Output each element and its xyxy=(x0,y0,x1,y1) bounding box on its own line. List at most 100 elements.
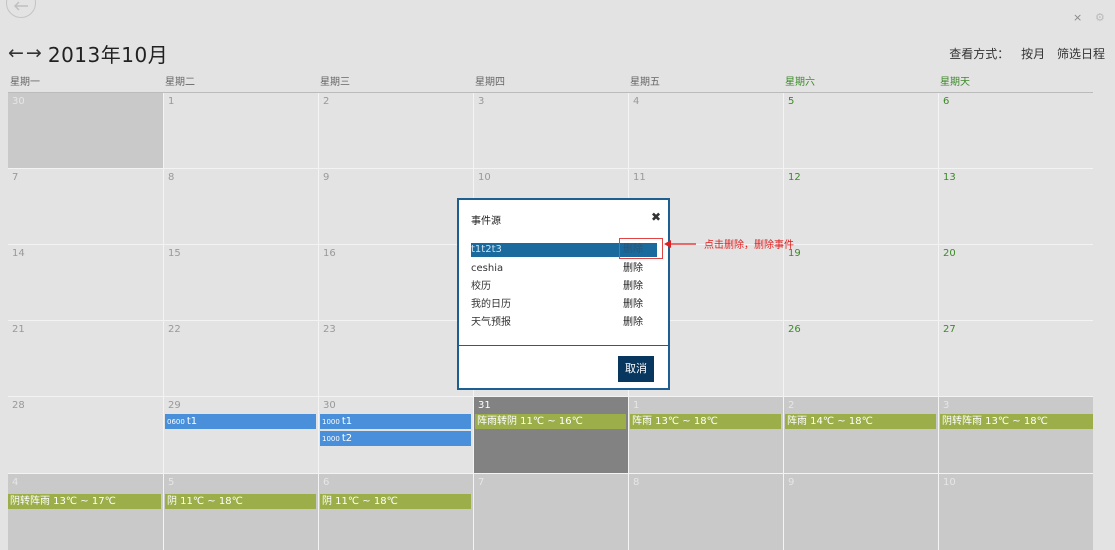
day-number: 7 xyxy=(12,172,19,183)
annotation-arrow-icon xyxy=(664,240,696,248)
day-cell[interactable]: 8 xyxy=(163,169,318,244)
weekday-header: 星期一 星期二 星期三 星期四 星期五 星期六 星期天 xyxy=(8,76,1093,93)
day-cell[interactable]: 3 xyxy=(473,93,628,168)
day-number: 20 xyxy=(943,248,956,259)
day-cell[interactable]: 5 xyxy=(783,93,938,168)
event-time: 1000 xyxy=(322,435,340,443)
delete-link[interactable]: 删除 xyxy=(623,298,643,312)
weather-event[interactable]: 阵雨 14℃ ~ 18℃ xyxy=(785,414,936,429)
day-cell[interactable]: 2 xyxy=(783,397,938,473)
day-number: 11 xyxy=(633,172,646,183)
day-number: 10 xyxy=(478,172,491,183)
day-cell-today[interactable]: 31 xyxy=(473,397,628,473)
day-number: 3 xyxy=(943,400,950,411)
event-source-name: ceshia xyxy=(471,263,504,274)
day-cell[interactable]: 1 xyxy=(163,93,318,168)
weekday-fri: 星期五 xyxy=(630,77,660,88)
day-number: 9 xyxy=(323,172,330,183)
event-source-name: 校历 xyxy=(471,281,491,292)
day-cell[interactable]: 10 xyxy=(938,474,1093,550)
weekday-thu: 星期四 xyxy=(475,77,505,88)
day-cell[interactable]: 27 xyxy=(938,321,1093,396)
day-cell[interactable]: 26 xyxy=(783,321,938,396)
day-number: 8 xyxy=(633,477,640,488)
weather-event[interactable]: 阴转阵雨 13℃ ~ 17℃ xyxy=(8,494,161,509)
event-source-row[interactable]: 校历 删除 xyxy=(471,280,657,294)
weekday-wed: 星期三 xyxy=(320,77,350,88)
day-cell[interactable]: 14 xyxy=(8,245,163,320)
view-by-month-link[interactable]: 按月 xyxy=(1021,47,1045,61)
dialog-divider xyxy=(459,345,668,346)
day-cell[interactable]: 28 xyxy=(8,397,163,473)
day-cell[interactable]: 12 xyxy=(783,169,938,244)
weather-event[interactable]: 阵雨 13℃ ~ 18℃ xyxy=(630,414,781,429)
event-item[interactable]: 1000 t2 xyxy=(320,431,471,446)
cancel-button[interactable]: 取消 xyxy=(618,356,654,382)
delete-link[interactable]: 删除 xyxy=(623,280,643,294)
close-icon[interactable]: × xyxy=(1073,12,1082,24)
day-number: 10 xyxy=(943,477,956,488)
day-cell[interactable]: 6 xyxy=(318,474,473,550)
delete-link[interactable]: 删除 xyxy=(623,316,643,330)
day-cell[interactable]: 4 xyxy=(8,474,163,550)
day-number: 2 xyxy=(323,96,330,107)
weather-event[interactable]: 阴转阵雨 13℃ ~ 18℃ xyxy=(940,414,1093,429)
day-cell[interactable]: 8 xyxy=(628,474,783,550)
day-cell[interactable]: 30 xyxy=(8,93,163,168)
day-number: 6 xyxy=(323,477,330,488)
day-cell[interactable]: 23 xyxy=(318,321,473,396)
day-cell[interactable]: 5 xyxy=(163,474,318,550)
day-cell[interactable]: 21 xyxy=(8,321,163,396)
day-cell[interactable]: 19 xyxy=(783,245,938,320)
event-source-row[interactable]: ceshia 删除 xyxy=(471,262,657,276)
day-cell[interactable]: 6 xyxy=(938,93,1093,168)
day-cell[interactable]: 3 xyxy=(938,397,1093,473)
day-number: 30 xyxy=(323,400,336,411)
weather-event[interactable]: 阴 11℃ ~ 18℃ xyxy=(165,494,316,509)
event-source-row[interactable]: 我的日历 删除 xyxy=(471,298,657,312)
week-row-6: 4 5 6 7 8 9 10 阴转阵雨 13℃ ~ 17℃ 阴 11℃ ~ 18… xyxy=(8,473,1093,550)
day-cell[interactable]: 16 xyxy=(318,245,473,320)
day-cell[interactable]: 7 xyxy=(473,474,628,550)
day-cell[interactable]: 9 xyxy=(318,169,473,244)
day-number: 5 xyxy=(168,477,175,488)
next-month-icon[interactable]: → xyxy=(26,43,42,63)
delete-link[interactable]: 删除 xyxy=(623,262,643,276)
day-number: 26 xyxy=(788,324,801,335)
event-item[interactable]: 1000 t1 xyxy=(320,414,471,429)
annotation-highlight-box xyxy=(619,238,663,259)
event-item[interactable]: 0600 t1 xyxy=(165,414,316,429)
prev-month-icon[interactable]: ← xyxy=(8,43,24,63)
week-row-1: 30 1 2 3 4 5 6 xyxy=(8,93,1093,168)
day-number: 6 xyxy=(943,96,950,107)
event-source-row[interactable]: 天气预报 删除 xyxy=(471,316,657,330)
filter-schedule-link[interactable]: 筛选日程 xyxy=(1057,47,1105,61)
weekday-sun: 星期天 xyxy=(940,77,970,88)
event-time: 0600 xyxy=(167,418,185,426)
day-cell[interactable]: 20 xyxy=(938,245,1093,320)
day-cell[interactable]: 4 xyxy=(628,93,783,168)
day-cell[interactable]: 9 xyxy=(783,474,938,550)
gear-icon[interactable]: ⚙ xyxy=(1095,12,1105,24)
day-cell[interactable]: 15 xyxy=(163,245,318,320)
day-cell[interactable]: 1 xyxy=(628,397,783,473)
event-title: t1 xyxy=(186,416,198,427)
weather-event[interactable]: 阴 11℃ ~ 18℃ xyxy=(320,494,471,509)
back-button[interactable] xyxy=(6,0,36,18)
day-cell[interactable]: 13 xyxy=(938,169,1093,244)
day-number: 30 xyxy=(12,96,25,107)
day-number: 4 xyxy=(12,477,19,488)
weekday-sat: 星期六 xyxy=(785,77,815,88)
close-icon[interactable]: ✖ xyxy=(651,210,661,224)
weather-event[interactable]: 阵雨转阴 11℃ ~ 16℃ xyxy=(475,414,626,429)
day-cell[interactable]: 7 xyxy=(8,169,163,244)
day-number: 27 xyxy=(943,324,956,335)
day-cell[interactable]: 29 xyxy=(163,397,318,473)
weekday-mon: 星期一 xyxy=(10,77,40,88)
day-cell[interactable]: 22 xyxy=(163,321,318,396)
day-number: 31 xyxy=(478,400,491,411)
day-number: 2 xyxy=(788,400,795,411)
day-cell[interactable]: 2 xyxy=(318,93,473,168)
event-title: t1 xyxy=(341,416,353,427)
day-number: 14 xyxy=(12,248,25,259)
